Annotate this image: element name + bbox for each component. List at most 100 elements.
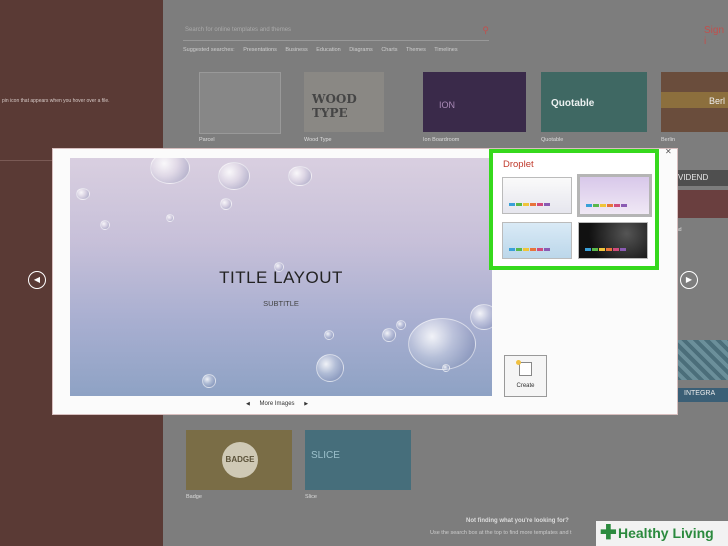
quotable-art: Quotable [551, 98, 595, 109]
variant-thumb-blue[interactable] [502, 222, 572, 259]
variant-color-swatch [530, 203, 536, 206]
suggested-searches: Suggested searches: Presentations Busine… [183, 47, 465, 53]
integral-art: INTEGRA [684, 390, 716, 397]
droplet-decoration [396, 320, 406, 330]
template-quotable-label: Quotable [541, 137, 564, 143]
create-button[interactable]: Create [504, 355, 547, 397]
template-dividend-thumb[interactable]: VIDEND [676, 170, 728, 186]
variant-color-swatch [621, 204, 627, 207]
wood-type-art: WOOD TYPE [312, 92, 357, 120]
create-label: Create [516, 383, 535, 389]
berlin-art: Berl [709, 96, 726, 106]
variant-color-bars [585, 248, 626, 251]
sign-in-link[interactable]: Sign i [704, 25, 728, 47]
watermark-text: Healthy Living [618, 525, 714, 541]
variant-color-swatch [606, 248, 612, 251]
variant-color-swatch [537, 248, 543, 251]
variant-color-swatch [585, 248, 591, 251]
badge-seal: BADGE [222, 442, 258, 478]
suggested-item-timelines[interactable]: Timelines [434, 47, 457, 53]
next-template-button[interactable]: ▶ [680, 271, 698, 289]
variant-color-swatch [620, 248, 626, 251]
search-input[interactable]: Search for online templates and themes ⚲ [183, 24, 489, 41]
pin-hint-text: pin icon that appears when you hover ove… [2, 98, 110, 104]
suggested-item-presentations[interactable]: Presentations [243, 47, 277, 53]
variant-color-bars [509, 248, 550, 251]
template-pattern-thumb[interactable] [676, 340, 728, 380]
variant-color-swatch [516, 248, 522, 251]
more-images-prev-icon[interactable]: ◀ [246, 401, 250, 407]
droplet-decoration [218, 162, 250, 190]
suggested-item-diagrams[interactable]: Diagrams [349, 47, 373, 53]
suggested-label: Suggested searches: [183, 47, 235, 53]
search-icon[interactable]: ⚲ [482, 25, 489, 36]
template-badge-thumb[interactable]: BADGE [186, 430, 292, 490]
variant-color-swatch [593, 204, 599, 207]
variant-color-swatch [530, 248, 536, 251]
variant-thumb-lilac[interactable] [577, 174, 652, 217]
not-finding-hint: Use the search box at the top to find mo… [430, 530, 572, 536]
template-ion-label: Ion Boardroom [423, 137, 460, 143]
variant-color-swatch [586, 204, 592, 207]
droplet-decoration [288, 166, 312, 186]
droplet-decoration [202, 374, 216, 388]
slide-title: TITLE LAYOUT [219, 268, 343, 287]
slide-preview: TITLE LAYOUT SUBTITLE [70, 158, 492, 396]
more-images-next-icon[interactable]: ▶ [304, 401, 308, 407]
template-slice-thumb[interactable]: SLICE [305, 430, 411, 490]
droplet-decoration [220, 198, 232, 210]
variants-title: Droplet [503, 159, 534, 170]
close-icon[interactable]: ✕ [665, 147, 672, 156]
droplet-decoration [382, 328, 396, 342]
droplet-decoration [100, 220, 110, 230]
template-quotable-thumb[interactable]: Quotable [541, 72, 647, 132]
template-berlin-thumb[interactable]: Berl [661, 72, 728, 132]
variant-color-swatch [544, 203, 550, 206]
variant-color-swatch [599, 248, 605, 251]
variant-color-swatch [537, 203, 543, 206]
droplet-decoration [316, 354, 344, 382]
healthy-living-watermark: ✚ Healthy Living [596, 521, 728, 546]
template-wood-type-thumb[interactable]: WOOD TYPE [304, 72, 384, 132]
more-images-nav: ◀ More Images ▶ [246, 401, 308, 407]
template-integral-thumb[interactable]: INTEGRA [676, 388, 728, 402]
variant-color-swatch [509, 203, 515, 206]
variant-color-bars [509, 203, 550, 206]
variant-color-swatch [544, 248, 550, 251]
not-finding-heading: Not finding what you're looking for? [466, 518, 569, 524]
droplet-decoration [324, 330, 334, 340]
previous-template-button[interactable]: ◀ [28, 271, 46, 289]
variant-thumb-white[interactable] [502, 177, 572, 214]
template-dividend-variant[interactable] [676, 190, 728, 218]
color-variants-panel: Droplet [489, 149, 659, 270]
more-images-label: More Images [259, 401, 295, 407]
suggested-item-education[interactable]: Education [316, 47, 340, 53]
droplet-decoration [150, 158, 190, 184]
droplet-decoration [442, 364, 450, 372]
badge-art: BADGE [225, 455, 255, 464]
droplet-decoration [76, 188, 90, 200]
variant-color-swatch [509, 248, 515, 251]
ion-art: ION [439, 100, 456, 110]
search-placeholder: Search for online templates and themes [185, 27, 292, 33]
suggested-item-business[interactable]: Business [285, 47, 307, 53]
chevron-left-icon: ◀ [33, 275, 41, 284]
template-parcel-thumb[interactable] [199, 72, 281, 134]
variant-color-bars [586, 204, 627, 207]
chevron-right-icon: ▶ [685, 275, 693, 284]
variant-color-swatch [600, 204, 606, 207]
suggested-item-charts[interactable]: Charts [381, 47, 397, 53]
variant-color-swatch [592, 248, 598, 251]
plus-logo-icon: ✚ [600, 522, 617, 544]
template-badge-label: Badge [186, 494, 202, 500]
suggested-item-themes[interactable]: Themes [406, 47, 426, 53]
variant-color-swatch [516, 203, 522, 206]
droplet-decoration [166, 214, 174, 222]
template-parcel-label: Parcel [199, 137, 215, 143]
template-berlin-label: Berlin [661, 137, 676, 143]
variant-color-swatch [614, 204, 620, 207]
slice-art: SLICE [311, 450, 340, 461]
variant-thumb-black[interactable] [578, 222, 648, 259]
template-ion-thumb[interactable]: ION [423, 72, 526, 132]
template-slice-label: Slice [305, 494, 317, 500]
